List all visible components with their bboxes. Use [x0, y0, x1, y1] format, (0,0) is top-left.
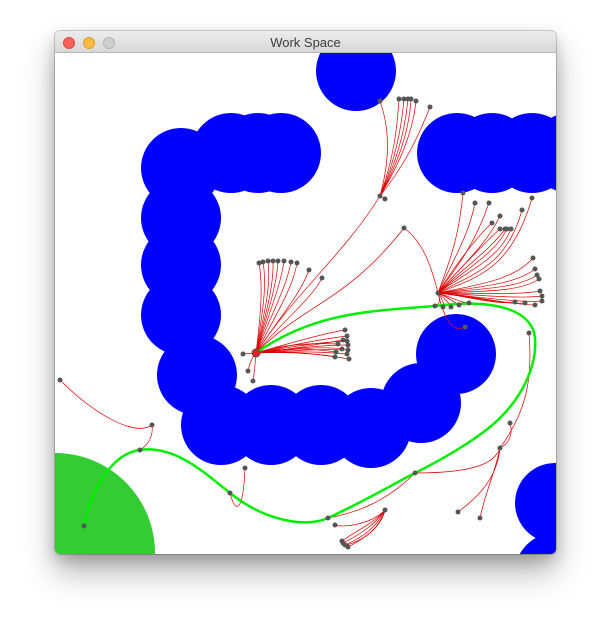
tree-node [240, 351, 246, 357]
tree-node [526, 330, 532, 336]
tree-node [335, 341, 341, 347]
tree-node [227, 490, 233, 496]
tree-node [412, 470, 418, 476]
tree-node [497, 226, 503, 232]
tree-node [306, 267, 312, 273]
tree-node [332, 522, 338, 528]
tree-node [270, 258, 276, 264]
tree-node [466, 300, 472, 306]
tree-node [242, 465, 248, 471]
tree-node [460, 190, 466, 196]
tree-node [462, 324, 468, 330]
tree-node [532, 266, 538, 272]
obstacle [515, 463, 556, 543]
tree-node [539, 293, 545, 299]
tree-node [260, 259, 266, 265]
tree-node [539, 298, 545, 304]
tree-node [281, 258, 287, 264]
tree-node [486, 200, 492, 206]
tree-node [456, 302, 462, 308]
tree-node [377, 193, 383, 199]
tree-node [537, 288, 543, 294]
tree-node [137, 447, 143, 453]
tree-node [319, 275, 325, 281]
tree-node [507, 420, 513, 426]
tree-node [530, 255, 536, 261]
tree-node [265, 258, 271, 264]
tree-node [342, 327, 348, 333]
tree-node [427, 104, 433, 110]
obstacle [241, 113, 321, 193]
tree-node [440, 304, 446, 310]
tree-node [432, 303, 438, 309]
tree-node [345, 342, 351, 348]
tree-node [332, 354, 338, 360]
tree-node [435, 290, 441, 296]
tree-node [413, 98, 419, 104]
tree-node [346, 356, 352, 362]
tree-node [497, 445, 503, 451]
tree-node [344, 351, 350, 357]
tree-node [448, 304, 454, 310]
obstacles [141, 53, 556, 554]
tree-node [345, 544, 351, 550]
tree-node [275, 258, 281, 264]
tree-node [396, 96, 402, 102]
tree-node [532, 302, 538, 308]
title-bar[interactable]: Work Space [55, 31, 556, 53]
start-node [251, 348, 261, 358]
tree-node [512, 299, 518, 305]
tree-node [472, 200, 478, 206]
tree-node [477, 515, 483, 521]
tree-node [57, 377, 63, 383]
tree-node [340, 337, 346, 343]
tree-node [455, 509, 461, 515]
tree-node [519, 207, 525, 213]
tree-node [536, 276, 542, 282]
tree-node [529, 195, 535, 201]
tree-node [250, 378, 256, 384]
tree-node [489, 220, 495, 226]
tree-node [81, 523, 87, 529]
workspace-canvas[interactable] [55, 53, 556, 554]
tree-node [344, 333, 350, 339]
tree-node [245, 368, 251, 374]
tree-node [382, 196, 388, 202]
tree-node [382, 507, 388, 513]
tree-node [508, 226, 514, 232]
tree-node [333, 349, 339, 355]
tree-node [149, 422, 155, 428]
obstacle [316, 53, 396, 111]
tree-node [288, 259, 294, 265]
tree-node [408, 96, 414, 102]
tree-node [522, 300, 528, 306]
tree-node [497, 213, 503, 219]
tree-node [339, 346, 345, 352]
tree-node [325, 515, 331, 521]
goal-region [55, 453, 155, 554]
obstacle [416, 314, 496, 394]
tree-node [401, 225, 407, 231]
window-title: Work Space [270, 35, 341, 50]
workspace-window: Work Space [55, 31, 556, 554]
tree-node [377, 98, 383, 104]
tree-node [294, 260, 300, 266]
